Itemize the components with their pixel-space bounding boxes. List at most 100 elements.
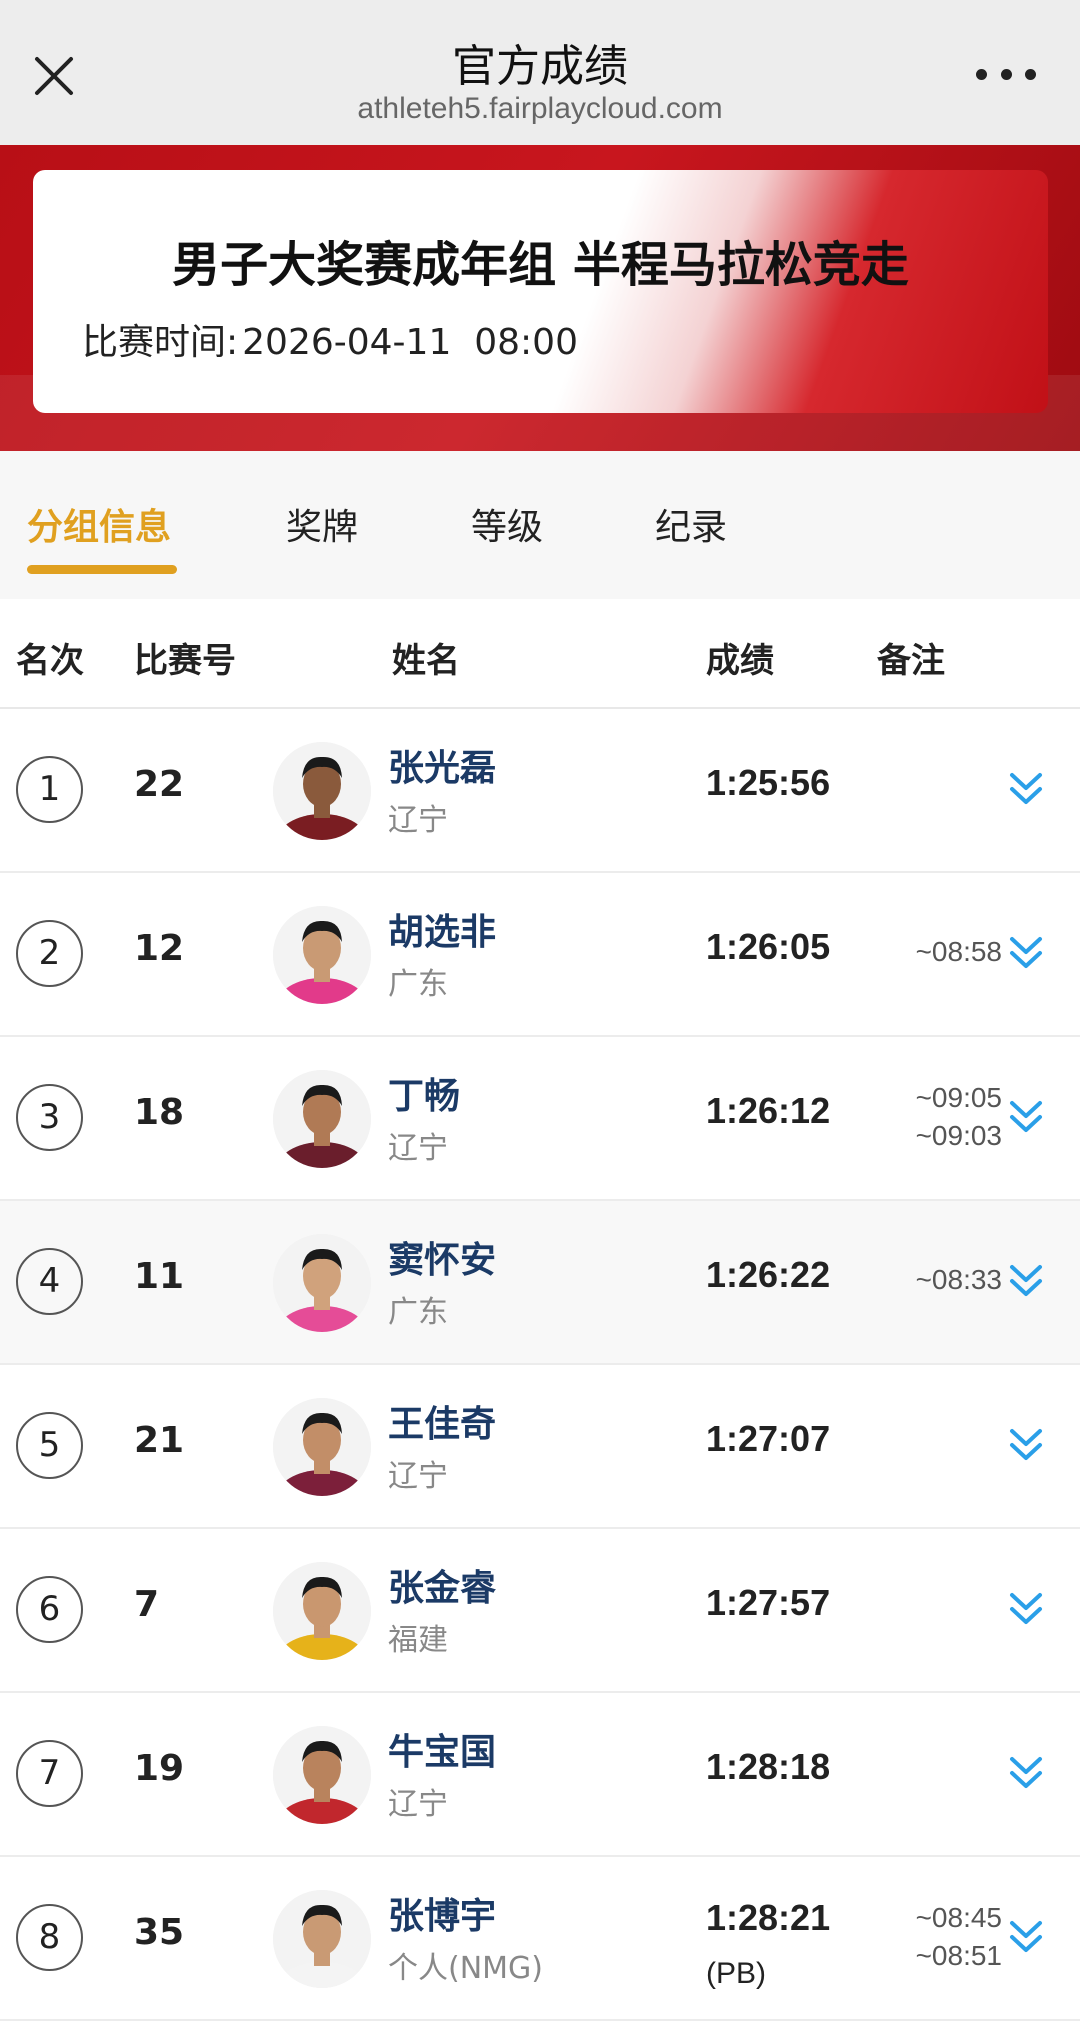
athlete-name[interactable]: 牛宝国 [388,1723,496,1775]
athlete-name[interactable]: 张博宇 [388,1887,496,1939]
bib-number: 21 [134,1420,185,1461]
double-chevron-down-icon [1010,1921,1042,1952]
split-note: ~08:58 [916,933,1002,971]
athlete-photo-icon [273,1070,371,1168]
rank-badge: 7 [16,1740,83,1807]
table-row[interactable]: 2 12 胡选非 广东 1:26:05 ~08:58 [0,873,1080,1037]
expand-button[interactable] [1006,1095,1046,1139]
result-time: 1:25:56 [706,762,831,803]
athlete-photo-icon [273,906,371,1004]
more-button[interactable] [976,62,1036,86]
tab-grades[interactable]: 等级 [471,498,543,550]
tab-bar: 分组信息 奖牌 等级 纪录 [0,451,1080,599]
event-card: 男子大奖赛成年组 半程马拉松竞走 比赛时间: 2026-04-11 08:00 [33,170,1048,413]
split-note: ~09:05 ~09:03 [916,1079,1002,1155]
tab-records[interactable]: 纪录 [655,498,727,550]
rank-badge: 6 [16,1576,83,1643]
event-time-value: 2026-04-11 08:00 [242,322,578,363]
result-note: (PB) [706,1957,766,1990]
header-name: 姓名 [392,641,460,681]
expand-button[interactable] [1006,1751,1046,1795]
result-time: 1:26:05 [706,926,831,967]
result-time: 1:27:07 [706,1418,831,1459]
double-chevron-down-icon [1010,1593,1042,1624]
double-chevron-down-icon [1010,773,1042,804]
double-chevron-down-icon [1010,1757,1042,1788]
athlete-name[interactable]: 丁畅 [388,1067,460,1119]
split-note-line: ~08:33 [915,1264,1002,1295]
bib-number: 19 [134,1748,185,1789]
bib-number: 7 [134,1584,160,1625]
active-tab-indicator [27,565,177,574]
athlete-team: 福建 [388,1623,448,1658]
header-result: 成绩 [706,641,774,681]
table-row[interactable]: 1 22 张光磊 辽宁 1:25:56 [0,709,1080,873]
result-time: 1:28:21 [706,1897,831,1938]
expand-button[interactable] [1006,931,1046,975]
tab-group-info[interactable]: 分组信息 [27,498,171,550]
split-note-line: ~09:05 [915,1082,1002,1113]
table-row[interactable]: 7 19 牛宝国 辽宁 1:28:18 [0,1693,1080,1857]
split-note: ~08:33 [916,1261,1002,1299]
table-row[interactable]: 4 11 窦怀安 广东 1:26:22 ~08:33 [0,1201,1080,1365]
rank-badge: 4 [16,1248,83,1315]
athlete-avatar [273,1890,371,1988]
athlete-avatar [273,1562,371,1660]
more-dot-icon [976,68,987,80]
athlete-photo-icon [273,1234,371,1332]
athlete-team: 辽宁 [388,1131,448,1166]
split-note-line: ~08:45 [915,1902,1002,1933]
table-row[interactable]: 6 7 张金睿 福建 1:27:57 [0,1529,1080,1693]
result-time: 1:27:57 [706,1582,831,1623]
split-note: ~08:45 ~08:51 [916,1899,1002,1975]
expand-button[interactable] [1006,1423,1046,1467]
athlete-team: 个人(NMG) [388,1951,543,1986]
expand-button[interactable] [1006,1915,1046,1959]
bib-number: 12 [134,928,185,969]
tab-medals[interactable]: 奖牌 [286,498,358,550]
bib-number: 35 [134,1912,185,1953]
expand-button[interactable] [1006,1259,1046,1303]
table-row[interactable]: 8 35 张博宇 个人(NMG) 1:28:21 (PB) ~08:45 ~08:… [0,1857,1080,2021]
event-time: 比赛时间: 2026-04-11 08:00 [78,313,578,365]
athlete-team: 辽宁 [388,1459,448,1494]
rank-badge: 3 [16,1084,83,1151]
athlete-avatar [273,1070,371,1168]
athlete-name[interactable]: 王佳奇 [388,1395,496,1447]
split-note-line: ~08:58 [915,936,1002,967]
double-chevron-down-icon [1010,1101,1042,1132]
athlete-team: 广东 [388,1295,448,1330]
athlete-team: 辽宁 [388,1787,448,1822]
expand-button[interactable] [1006,767,1046,811]
page-url: athleteh5.fairplaycloud.com [357,92,723,125]
header-rank: 名次 [16,641,84,681]
header-notes: 备注 [877,641,945,681]
rank-badge: 2 [16,920,83,987]
table-row[interactable]: 3 18 丁畅 辽宁 1:26:12 ~09:05 ~09:03 [0,1037,1080,1201]
athlete-name[interactable]: 张光磊 [388,739,496,791]
split-note-line: ~08:51 [915,1940,1002,1971]
double-chevron-down-icon [1010,1429,1042,1460]
athlete-team: 辽宁 [388,803,448,838]
expand-button[interactable] [1006,1587,1046,1631]
rank-badge: 8 [16,1904,83,1971]
event-time-label: 比赛时间: [82,322,239,363]
table-row[interactable]: 5 21 王佳奇 辽宁 1:27:07 [0,1365,1080,1529]
result-time: 1:28:18 [706,1746,831,1787]
athlete-photo-icon [273,1890,371,1988]
athlete-team: 广东 [388,967,448,1002]
athlete-avatar [273,1726,371,1824]
athlete-photo-icon [273,1398,371,1496]
bib-number: 18 [134,1092,185,1133]
athlete-name[interactable]: 张金睿 [388,1559,496,1611]
athlete-name[interactable]: 窦怀安 [388,1231,496,1283]
athlete-photo-icon [273,742,371,840]
results-table-header: 名次 比赛号 姓名 成绩 备注 [0,599,1080,709]
more-dot-icon [1025,68,1036,80]
athlete-avatar [273,1234,371,1332]
athlete-name[interactable]: 胡选非 [388,903,496,955]
top-nav-bar: 官方成绩 athleteh5.fairplaycloud.com [0,0,1080,145]
event-banner: 男子大奖赛成年组 半程马拉松竞走 比赛时间: 2026-04-11 08:00 [0,145,1080,451]
athlete-photo-icon [273,1726,371,1824]
athlete-avatar [273,742,371,840]
